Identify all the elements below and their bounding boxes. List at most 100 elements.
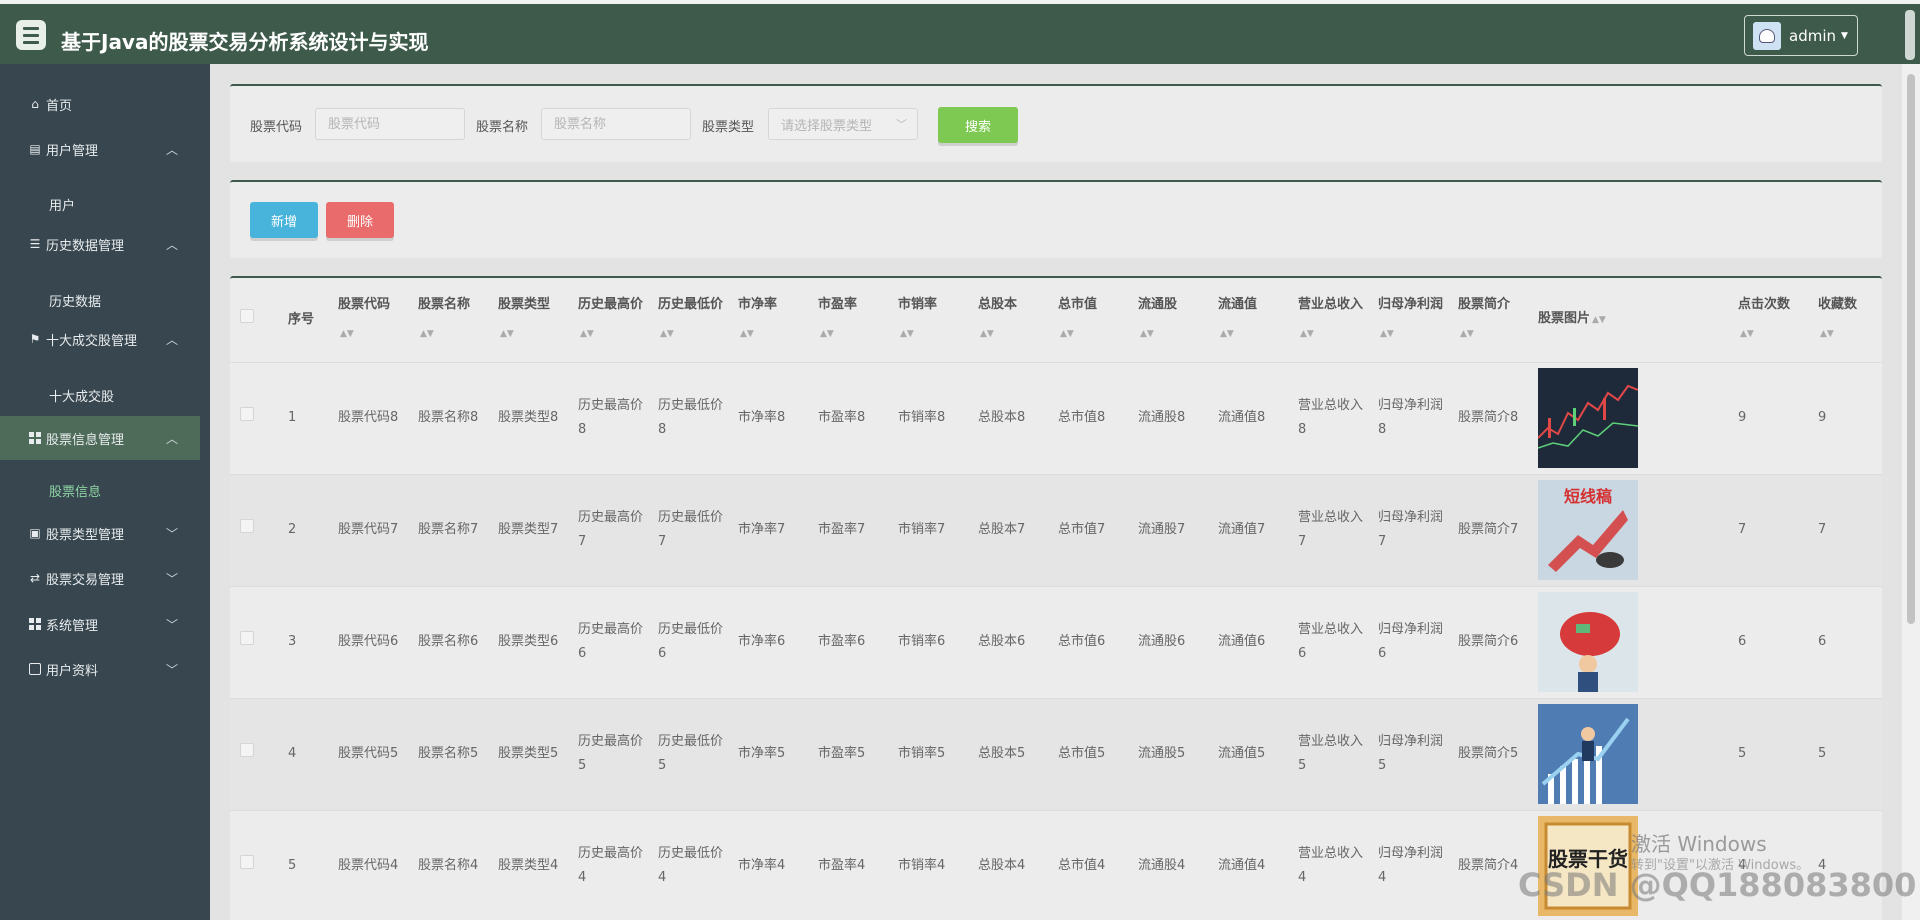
cell-clicks: 5: [1732, 697, 1812, 810]
sidebar-item-stock-type-management[interactable]: ▣ 股票类型管理 ﹀: [0, 511, 200, 555]
cell-low: 历史最低价5: [652, 697, 732, 810]
grid-icon: [28, 617, 42, 631]
col-header[interactable]: 历史最低价▲▼: [652, 278, 732, 362]
search-panel: 股票代码 股票名称 股票类型 请选择股票类型 ﹀ 搜索: [230, 84, 1882, 162]
chevron-down-icon: ﹀: [165, 617, 178, 632]
col-header[interactable]: 股票图片 ▲▼: [1532, 278, 1732, 362]
money-bag-image[interactable]: [1538, 592, 1638, 692]
cell-ps: 市销率6: [892, 585, 972, 698]
sidebar-item-stock-info-management[interactable]: 股票信息管理 ︿: [0, 416, 200, 460]
sidebar-item-user[interactable]: 用户: [0, 184, 200, 224]
cell-name: 股票名称7: [412, 473, 492, 586]
cell-float: 流通股4: [1132, 809, 1212, 920]
row-checkbox[interactable]: [240, 855, 254, 870]
cell-image: [1532, 361, 1732, 474]
table-row[interactable]: 4 股票代码5 股票名称5 股票类型5 历史最高价5 历史最低价5 市净率5 市…: [230, 697, 1882, 810]
col-header[interactable]: 营业总收入▲▼: [1292, 278, 1372, 362]
sidebar-item-label: 股票信息管理: [46, 432, 125, 448]
cell-shares: 总股本7: [972, 473, 1052, 586]
stock-table: 序号 股票代码 ▲▼ 股票名称 ▲▼ 股票类型 ▲▼ 历史最高价▲▼ 历史最低价▲▼ …: [230, 278, 1882, 920]
briefcase-icon: ▣: [29, 526, 41, 540]
image-caption-text: 短线稿: [1564, 487, 1612, 506]
sidebar: ⌂ 首页 ▤ 用户管理 ︿ 用户 ☰ 历史数据管理 ︿ 历史数据 ⚑ 十大成交股…: [0, 64, 210, 920]
cell-type: 股票类型7: [492, 473, 572, 586]
table-row[interactable]: 2 股票代码7 股票名称7 股票类型7 历史最高价7 历史最低价7 市净率7 市…: [230, 473, 1882, 586]
cell-name: 股票名称6: [412, 585, 492, 698]
bull-market-image[interactable]: 短线稿: [1538, 480, 1638, 580]
sidebar-item-top10[interactable]: 十大成交股: [0, 375, 200, 415]
sort-icon: ▲▼: [900, 329, 914, 340]
businessman-chart-image[interactable]: [1538, 704, 1638, 804]
cell-intro: 股票简介7: [1452, 473, 1532, 586]
col-header[interactable]: 市盈率 ▲▼: [812, 278, 892, 362]
select-all-checkbox[interactable]: [240, 308, 254, 323]
sidebar-item-label: 首页: [46, 98, 73, 114]
cell-fmv: 流通值5: [1212, 697, 1292, 810]
chevron-down-icon: ﹀: [165, 662, 178, 677]
search-button[interactable]: 搜索: [938, 107, 1018, 143]
sort-icon: ▲▼: [980, 329, 994, 340]
sidebar-item-home[interactable]: ⌂ 首页: [0, 82, 200, 126]
cell-image: [1532, 585, 1732, 698]
user-menu-button[interactable]: admin ▼: [1744, 15, 1858, 56]
col-header[interactable]: 股票简介 ▲▼: [1452, 278, 1532, 362]
table-row[interactable]: 1 股票代码8 股票名称8 股票类型8 历史最高价8 历史最低价8 市净率8 市…: [230, 361, 1882, 474]
cell-no: 5: [282, 809, 332, 920]
chevron-up-icon: ︿: [165, 237, 178, 252]
cell-code: 股票代码8: [332, 361, 412, 474]
sidebar-item-history-data[interactable]: 历史数据: [0, 280, 200, 320]
sidebar-item-stock-trade-management[interactable]: ⇄ 股票交易管理 ﹀: [0, 556, 200, 600]
cell-shares: 总股本4: [972, 809, 1052, 920]
col-header[interactable]: 市销率 ▲▼: [892, 278, 972, 362]
cell-pb: 市净率5: [732, 697, 812, 810]
delete-button[interactable]: 删除: [326, 202, 394, 238]
cell-no: 1: [282, 361, 332, 474]
hamburger-menu-icon[interactable]: [16, 20, 46, 50]
col-header[interactable]: 股票类型 ▲▼: [492, 278, 572, 362]
cell-pb: 市净率4: [732, 809, 812, 920]
stock-code-label: 股票代码: [250, 120, 303, 135]
col-header[interactable]: 股票代码 ▲▼: [332, 278, 412, 362]
col-header: 序号: [288, 311, 315, 327]
table-row[interactable]: 3 股票代码6 股票名称6 股票类型6 历史最高价6 历史最低价6 市净率6 市…: [230, 585, 1882, 698]
sidebar-item-stock-info[interactable]: 股票信息: [0, 470, 200, 510]
sliders-icon: ☰: [29, 237, 41, 251]
stock-code-input[interactable]: [315, 108, 465, 140]
row-checkbox[interactable]: [240, 631, 254, 645]
row-checkbox[interactable]: [240, 407, 254, 421]
chevron-up-icon: ︿: [165, 332, 178, 347]
stock-chart-image[interactable]: [1538, 368, 1638, 468]
chevron-up-icon: ︿: [165, 142, 178, 157]
cell-revenue: 营业总收入8: [1292, 361, 1372, 474]
stock-type-select[interactable]: 请选择股票类型 ﹀: [768, 108, 918, 140]
col-header[interactable]: 股票名称 ▲▼: [412, 278, 492, 362]
col-header[interactable]: 市净率 ▲▼: [732, 278, 812, 362]
sidebar-item-user-profile[interactable]: 用户资料 ﹀: [0, 647, 200, 691]
sidebar-item-top10-management[interactable]: ⚑ 十大成交股管理 ︿: [0, 317, 200, 361]
col-header[interactable]: 点击次数 ▲▼: [1732, 278, 1812, 362]
cell-pe: 市盈率6: [812, 585, 892, 698]
add-button[interactable]: 新增: [250, 202, 318, 238]
row-checkbox[interactable]: [240, 519, 254, 533]
row-checkbox[interactable]: [240, 743, 254, 757]
scrollbar-thumb[interactable]: [1907, 74, 1915, 624]
col-header[interactable]: 收藏数 ▲▼: [1812, 278, 1882, 362]
col-header[interactable]: 总市值 ▲▼: [1052, 278, 1132, 362]
stock-name-input[interactable]: [541, 108, 691, 140]
sort-icon: ▲▼: [1380, 329, 1394, 340]
cell-intro: 股票简介5: [1452, 697, 1532, 810]
sidebar-item-system-management[interactable]: 系统管理 ﹀: [0, 602, 200, 646]
sort-icon: ▲▼: [820, 329, 834, 340]
col-header[interactable]: 流通股 ▲▼: [1132, 278, 1212, 362]
cell-float: 流通股6: [1132, 585, 1212, 698]
col-header[interactable]: 历史最高价▲▼: [572, 278, 652, 362]
cell-shares: 总股本6: [972, 585, 1052, 698]
sidebar-item-user-management[interactable]: ▤ 用户管理 ︿: [0, 127, 200, 171]
col-header[interactable]: 归母净利润▲▼: [1372, 278, 1452, 362]
sidebar-item-history-management[interactable]: ☰ 历史数据管理 ︿: [0, 222, 200, 266]
col-header[interactable]: 总股本 ▲▼: [972, 278, 1052, 362]
vertical-scrollbar[interactable]: [1902, 64, 1920, 920]
cell-type: 股票类型5: [492, 697, 572, 810]
cell-name: 股票名称5: [412, 697, 492, 810]
col-header[interactable]: 流通值 ▲▼: [1212, 278, 1292, 362]
